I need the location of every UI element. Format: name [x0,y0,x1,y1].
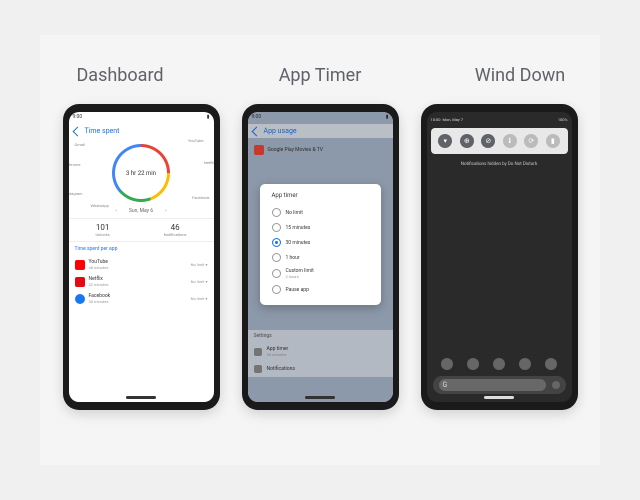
radio-icon[interactable] [272,285,281,294]
stats-row: 101 Unlocks 46 Notifications [69,218,214,241]
home-indicator[interactable] [305,396,335,399]
option-30min[interactable]: 30 minutes [268,235,373,250]
header-appusage[interactable]: App usage [248,124,393,138]
search-dock: G [433,376,566,394]
app-row-netflix[interactable]: Netflix32 minutes No limit ▾ [69,273,214,290]
app-icon[interactable] [441,358,453,370]
phone-winddown: 10:00 Mon, May 7 100% ▾ ⊕ ⊘ ℹ ⟳ ▮ Notifi… [421,104,578,410]
youtube-icon [75,260,85,270]
feature-showcase: Dashboard App Timer Wind Down 9:00▮ Time… [40,35,600,465]
facebook-icon [75,294,85,304]
option-15min[interactable]: 15 minutes [268,220,373,235]
qs-toggle-3[interactable]: ⊘ [481,134,495,148]
bell-icon [254,365,262,373]
phones-row: 9:00▮ Time spent 3 hr 22 min YouTube Net… [63,104,578,410]
mic-icon[interactable] [552,381,560,389]
section-perapp: Time spent per app [69,241,214,256]
qs-toggle-5[interactable]: ⟳ [524,134,538,148]
title-apptimer: App Timer [255,65,385,86]
apptimer-dialog: App timer No limit 15 minutes 30 minutes… [260,184,381,305]
option-custom[interactable]: Custom limit2 hours [268,265,373,282]
dnd-message: Notifications hidden by Do Not Disturb [427,162,572,167]
option-1hour[interactable]: 1 hour [268,250,373,265]
settings-section: Settings App timer30 minutes Notificatio… [248,330,393,377]
setting-notifications[interactable]: Notifications [248,361,393,377]
home-indicator[interactable] [126,396,156,399]
play-movies-icon [254,145,264,155]
limit-dropdown[interactable]: No limit ▾ [191,279,208,284]
status-bar: 9:00▮ [69,112,214,124]
quick-settings: ▾ ⊕ ⊘ ℹ ⟳ ▮ [431,128,568,154]
usage-ring[interactable]: 3 hr 22 min [112,144,170,202]
titles-row: Dashboard App Timer Wind Down [55,65,585,86]
back-icon[interactable] [251,126,261,136]
radio-icon-selected[interactable] [272,238,281,247]
option-pause[interactable]: Pause app [268,282,373,297]
stat-unlocks[interactable]: 101 Unlocks [96,223,110,237]
app-row-facebook[interactable]: Facebook30 minutes No limit ▾ [69,290,214,307]
radio-icon[interactable] [272,269,281,278]
home-indicator[interactable] [484,396,514,399]
ring-total: 3 hr 22 min [112,144,170,202]
stat-notifications[interactable]: 46 Notifications [164,223,187,237]
status-bar: 10:00 Mon, May 7 100% [427,112,572,126]
app-icon[interactable] [519,358,531,370]
option-nolimit[interactable]: No limit [268,205,373,220]
timer-icon [254,348,262,356]
title-winddown: Wind Down [455,65,585,86]
google-search-pill[interactable]: G [439,379,546,391]
title-dashboard: Dashboard [55,65,185,86]
setting-apptimer[interactable]: App timer30 minutes [248,342,393,361]
app-icon[interactable] [467,358,479,370]
back-icon[interactable] [72,126,82,136]
status-bar: 9:00▮ [248,112,393,124]
qs-toggle-6[interactable]: ▮ [546,134,560,148]
limit-dropdown[interactable]: No limit ▾ [191,262,208,267]
radio-icon[interactable] [272,223,281,232]
phone-apptimer: 9:00▮ App usage Google Play Movies & TV … [242,104,399,410]
app-row-youtube[interactable]: YouTube48 minutes No limit ▾ [69,256,214,273]
phone-dashboard: 9:00▮ Time spent 3 hr 22 min YouTube Net… [63,104,220,410]
qs-toggle-4[interactable]: ℹ [503,134,517,148]
app-icon[interactable] [493,358,505,370]
home-apps-row [427,358,572,370]
apptimer-screen: 9:00▮ App usage Google Play Movies & TV … [248,112,393,402]
winddown-screen: 10:00 Mon, May 7 100% ▾ ⊕ ⊘ ℹ ⟳ ▮ Notifi… [427,112,572,402]
dialog-title: App timer [268,192,373,199]
app-icon[interactable] [545,358,557,370]
radio-icon[interactable] [272,253,281,262]
qs-toggle-2[interactable]: ⊕ [460,134,474,148]
qs-toggle-1[interactable]: ▾ [438,134,452,148]
limit-dropdown[interactable]: No limit ▾ [191,296,208,301]
dashboard-screen: 9:00▮ Time spent 3 hr 22 min YouTube Net… [69,112,214,402]
netflix-icon [75,277,85,287]
radio-icon[interactable] [272,208,281,217]
header-title: Time spent [85,127,120,135]
